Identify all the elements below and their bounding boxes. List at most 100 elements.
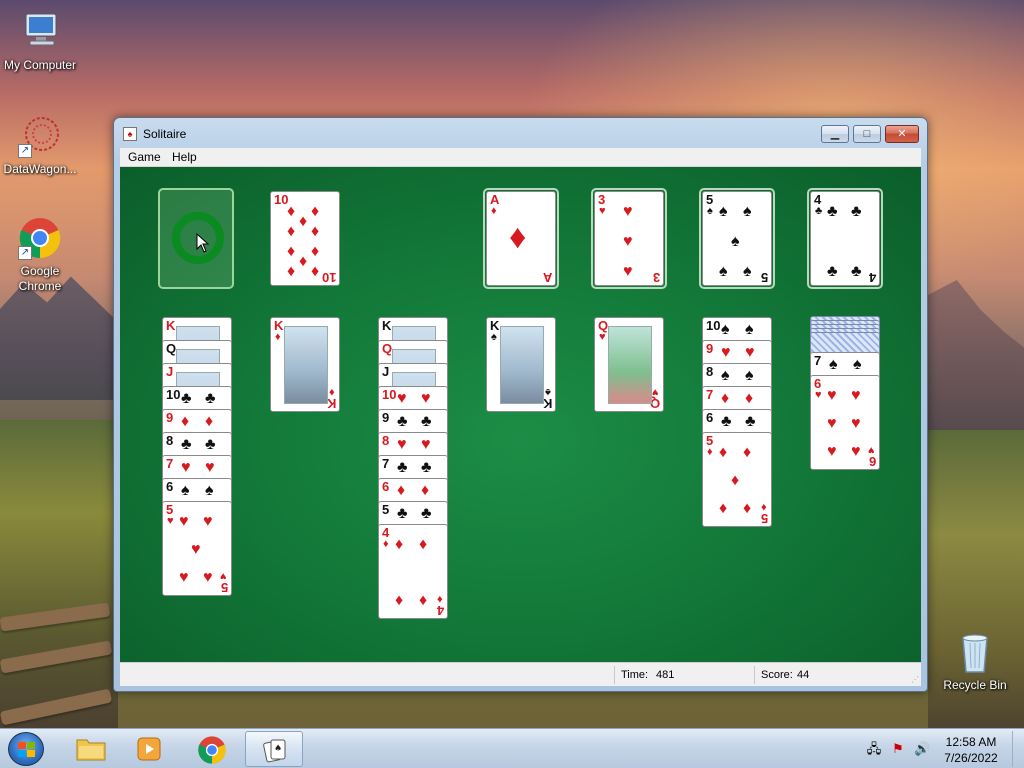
clock-date[interactable]: 7/26/2022 <box>936 751 1006 765</box>
card-rank: 3 <box>652 270 660 285</box>
desktop-icon-datawagon[interactable]: ↗ DataWagon... <box>0 114 80 177</box>
spade-icon: ♠ <box>721 367 730 384</box>
spade-icon: ♠ <box>181 482 190 499</box>
desktop-icon-recycle-bin[interactable]: Recycle Bin <box>935 630 1015 693</box>
desktop-icon-google-chrome[interactable]: ↗ Google Chrome <box>0 216 80 294</box>
solitaire-cards-icon: ♠ <box>263 739 286 763</box>
spade-icon: ♠ <box>491 331 497 343</box>
computer-icon <box>18 10 62 54</box>
taskbar: ♠ 🖧 ⚑ 🔊 12:58 AM 7/26/2022 <box>0 728 1024 768</box>
solitaire-window: ♠ Solitaire ▁ □ ✕ Game Help 10 10 ♦ ♦ ♦ <box>113 117 928 692</box>
foundation-card[interactable]: 4 ♣ 4 ♣ ♣ ♣ ♣ <box>810 191 880 286</box>
foundation-card[interactable]: 5 ♠ 5 ♠ ♠ ♠ ♠ ♠ <box>702 191 772 286</box>
heart-icon: ♥ <box>397 436 407 453</box>
maximize-button[interactable]: □ <box>853 125 881 143</box>
card-rank: 10 <box>706 318 721 333</box>
heart-icon: ♥ <box>599 205 606 217</box>
desktop-icon-label: My Computer <box>3 58 77 72</box>
taskbar-media-player[interactable] <box>121 731 179 767</box>
face-card-art <box>500 326 544 404</box>
card-rank: 7 <box>706 387 714 402</box>
desktop-icon-label: Recycle Bin <box>943 678 1007 692</box>
card-rank: 4 <box>868 270 876 285</box>
diamond-icon: ♦ <box>509 218 527 256</box>
taskbar-explorer[interactable] <box>62 731 120 767</box>
media-player-icon <box>137 737 161 761</box>
start-button[interactable] <box>8 732 44 766</box>
volume-icon[interactable]: 🔊 <box>914 741 930 757</box>
resize-grip-icon[interactable]: ⋰ <box>911 675 919 684</box>
tableau-top-card[interactable]: K ♠ K ♠ <box>486 317 556 412</box>
card-rank: 5 <box>760 511 768 526</box>
minimize-button[interactable]: ▁ <box>821 125 849 143</box>
close-icon: ✕ <box>897 128 907 140</box>
spade-icon: ♠ <box>205 482 214 499</box>
club-icon: ♣ <box>397 413 408 430</box>
diamond-icon: ♦ <box>421 482 430 499</box>
svg-text:♠: ♠ <box>274 744 282 754</box>
card-rank: 10 <box>166 387 181 402</box>
diamond-icon: ♦ <box>721 390 730 407</box>
menu-bar: Game Help <box>120 148 921 167</box>
club-icon: ♣ <box>181 436 192 453</box>
tableau-top-card[interactable]: 5 ♦ 5 ♦ ♦ ♦ ♦ ♦ ♦ <box>702 432 772 527</box>
tableau-top-card[interactable]: 4 ♦ 4 ♦ ♦ ♦ ♦ ♦ <box>378 524 448 619</box>
solitaire-app-icon: ♠ <box>123 127 137 141</box>
club-icon: ♣ <box>421 413 432 430</box>
card-rank: 9 <box>166 410 174 425</box>
card-rank: Q <box>166 341 177 356</box>
club-icon: ♣ <box>745 413 756 430</box>
card-rank: 6 <box>706 410 714 425</box>
card-rank: 6 <box>868 454 876 469</box>
foundation-card[interactable]: A ♦ A ♦ <box>486 191 556 286</box>
club-icon: ♣ <box>721 413 732 430</box>
recycle-bin-icon <box>953 630 997 674</box>
wallpaper-mountains-right <box>928 280 1024 430</box>
menu-help[interactable]: Help <box>172 150 197 164</box>
desktop-icon-my-computer[interactable]: My Computer <box>0 10 80 73</box>
tableau-top-card[interactable]: 5 ♥ 5 ♥ ♥ ♥ ♥ ♥ ♥ <box>162 501 232 596</box>
card-rank: K <box>542 396 552 411</box>
tableau-top-card[interactable]: Q ♥ Q ♥ <box>594 317 664 412</box>
heart-icon: ♥ <box>397 390 407 407</box>
close-button[interactable]: ✕ <box>885 125 919 143</box>
card-rank: 8 <box>706 364 714 379</box>
minimize-icon: ▁ <box>830 128 840 140</box>
tableau-top-card[interactable]: K ♦ K ♦ <box>270 317 340 412</box>
chrome-icon: ↗ <box>18 216 62 260</box>
card-rank: 9 <box>382 410 390 425</box>
shortcut-arrow-icon: ↗ <box>18 246 32 260</box>
club-icon: ♣ <box>421 505 432 522</box>
foundation-card[interactable]: 3 ♥ 3 ♥ ♥ ♥ <box>594 191 664 286</box>
status-separator <box>754 666 755 684</box>
desktop-icon-label: DataWagon... <box>3 162 77 176</box>
club-icon: ♣ <box>397 505 408 522</box>
card-rank: 6 <box>166 479 174 494</box>
heart-icon: ♥ <box>599 331 606 343</box>
folder-icon <box>76 739 106 761</box>
taskbar-chrome[interactable] <box>183 731 241 767</box>
face-card-art <box>284 326 328 404</box>
clock-time[interactable]: 12:58 AM <box>936 735 1006 749</box>
card-rank: 7 <box>382 456 390 471</box>
card-rank: 5 <box>382 502 390 517</box>
heart-icon: ♥ <box>421 436 431 453</box>
action-center-flag-icon[interactable]: ⚑ <box>890 741 906 757</box>
waste-card[interactable]: 10 10 ♦ ♦ ♦ ♦ ♦ ♦ ♦ ♦ ♦ ♦ <box>270 191 340 286</box>
card-rank: K <box>326 396 336 411</box>
tableau-top-card[interactable]: 6 ♥ 6 ♥ ♥ ♥ ♥ ♥ ♥ ♥ <box>810 375 880 470</box>
heart-icon: ♥ <box>181 459 191 476</box>
mouse-cursor-icon <box>196 233 210 253</box>
diamond-icon: ♦ <box>205 413 214 430</box>
card-rank: 5 <box>760 270 768 285</box>
diamond-icon: ♦ <box>181 413 190 430</box>
network-icon[interactable]: 🖧 <box>866 741 882 757</box>
menu-game[interactable]: Game <box>128 150 161 164</box>
taskbar-solitaire[interactable]: ♠ <box>245 731 303 767</box>
window-titlebar[interactable]: ♠ Solitaire ▁ □ ✕ <box>114 118 927 148</box>
game-table: 10 10 ♦ ♦ ♦ ♦ ♦ ♦ ♦ ♦ ♦ ♦ A ♦ A ♦ 3 ♥ 3 ♥ <box>120 167 921 662</box>
show-desktop-button[interactable] <box>1012 731 1022 767</box>
diamond-icon: ♦ <box>329 386 335 398</box>
diamond-icon: ♦ <box>745 390 754 407</box>
spade-icon: ♠ <box>745 321 754 338</box>
